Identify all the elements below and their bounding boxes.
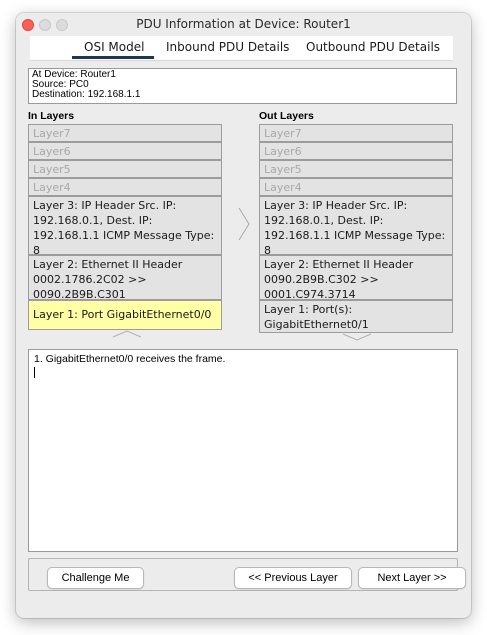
tab-osi-model[interactable]: OSI Model xyxy=(84,40,144,54)
out-layer-4[interactable]: Layer4 xyxy=(259,178,453,196)
scroll-down-icon[interactable] xyxy=(342,333,372,341)
tab-outbound-pdu-details[interactable]: Outbound PDU Details xyxy=(306,40,440,54)
destination-label: Destination: 192.168.1.1 xyxy=(32,89,141,100)
previous-layer-button[interactable]: << Previous Layer xyxy=(234,567,352,589)
in-layers-heading: In Layers xyxy=(28,110,75,122)
scroll-up-icon[interactable] xyxy=(112,330,142,338)
out-layer-5[interactable]: Layer5 xyxy=(259,160,453,178)
button-bar: Challenge Me << Previous Layer Next Laye… xyxy=(28,558,466,591)
in-layer-5[interactable]: Layer5 xyxy=(28,160,222,178)
text-caret xyxy=(34,367,35,378)
challenge-me-button[interactable]: Challenge Me xyxy=(47,567,144,589)
out-layer-2[interactable]: Layer 2: Ethernet II Header 0090.2B9B.C3… xyxy=(259,255,453,300)
out-layers-heading: Out Layers xyxy=(259,110,314,122)
description-text: 1. GigabitEthernet0/0 receives the frame… xyxy=(34,353,226,365)
title-bar[interactable]: PDU Information at Device: Router1 xyxy=(16,13,471,35)
in-layer-2[interactable]: Layer 2: Ethernet II Header 0002.1786.2C… xyxy=(28,255,222,300)
chevron-right-icon xyxy=(238,207,250,241)
out-layer-3[interactable]: Layer 3: IP Header Src. IP: 192.168.0.1,… xyxy=(259,196,453,255)
in-layer-3[interactable]: Layer 3: IP Header Src. IP: 192.168.0.1,… xyxy=(28,196,222,255)
tab-inbound-pdu-details[interactable]: Inbound PDU Details xyxy=(166,40,289,54)
out-layer-6[interactable]: Layer6 xyxy=(259,142,453,160)
pdu-info-window: PDU Information at Device: Router1 OSI M… xyxy=(16,13,471,618)
in-layer-6[interactable]: Layer6 xyxy=(28,142,222,160)
device-info-box: At Device: Router1 Source: PC0 Destinati… xyxy=(28,68,457,104)
out-layer-7[interactable]: Layer7 xyxy=(259,124,453,142)
layer-description-textarea[interactable]: 1. GigabitEthernet0/0 receives the frame… xyxy=(28,349,458,552)
device-label: At Device: Router1 xyxy=(32,69,116,80)
in-layer-7[interactable]: Layer7 xyxy=(28,124,222,142)
out-layer-1[interactable]: Layer 1: Port(s): GigabitEthernet0/1 xyxy=(259,300,453,333)
next-layer-button[interactable]: Next Layer >> xyxy=(358,567,466,589)
window-title: PDU Information at Device: Router1 xyxy=(136,17,351,31)
selected-tab-indicator xyxy=(72,56,154,59)
tab-bar: OSI Model Inbound PDU Details Outbound P… xyxy=(30,36,453,61)
in-layer-1[interactable]: Layer 1: Port GigabitEthernet0/0 xyxy=(28,300,222,330)
in-layer-4[interactable]: Layer4 xyxy=(28,178,222,196)
